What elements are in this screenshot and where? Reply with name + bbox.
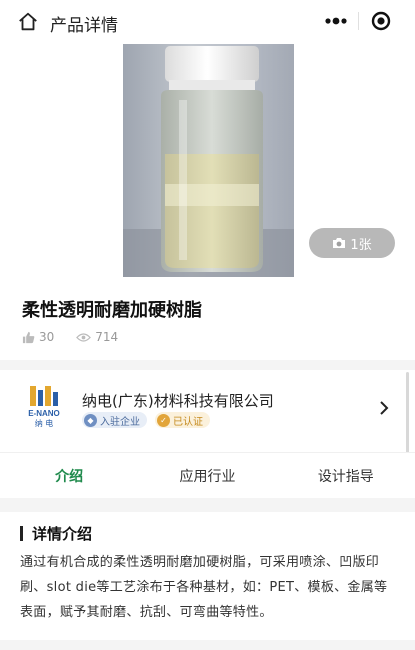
photo-count-badge[interactable]: 1张 <box>309 228 395 258</box>
details-section: 详情介绍 通过有机合成的柔性透明耐磨加硬树脂，可采用喷涂、凹版印刷、slot d… <box>0 512 415 650</box>
resin-jar-image <box>123 46 294 277</box>
tab-industries[interactable]: 应用行业 <box>138 453 276 498</box>
home-button[interactable] <box>14 9 42 35</box>
company-card[interactable]: E-NANO 纳 电 纳电(广东)材料科技有限公司 ◆ 入驻企业 ✓ 已认证 <box>0 370 415 448</box>
more-icon <box>324 17 347 25</box>
product-gallery[interactable]: 1张 <box>0 44 415 278</box>
home-icon <box>19 12 37 31</box>
miniprogram-capsule <box>313 5 403 37</box>
e-nano-logo: E-NANO 纳 电 <box>28 386 60 428</box>
company-logo: E-NANO 纳 电 <box>20 384 68 428</box>
product-stats: 30 714 <box>22 328 140 346</box>
company-name[interactable]: 纳电(广东)材料科技有限公司 <box>82 390 274 411</box>
product-tabs: 介绍 应用行业 设计指导 <box>0 452 415 498</box>
eye-icon <box>76 332 92 342</box>
svg-text:纳 电: 纳 电 <box>35 418 54 428</box>
views-stat: 714 <box>76 330 118 344</box>
enterprise-badge-label: 入驻企业 <box>100 416 140 428</box>
section-divider <box>0 360 415 370</box>
svg-text:E-NANO: E-NANO <box>28 409 60 418</box>
thumbs-up-icon <box>22 331 35 343</box>
likes-count: 30 <box>39 330 55 344</box>
chevron-right-icon[interactable] <box>379 400 389 416</box>
top-nav-bar: 产品详情 <box>0 0 415 44</box>
views-count: 714 <box>95 330 119 344</box>
certified-badge: ✓ 已认证 <box>155 412 210 428</box>
bottom-divider <box>0 640 415 650</box>
photo-count-text: 1张 <box>350 237 372 253</box>
certified-badge-label: 已认证 <box>173 416 203 428</box>
target-icon <box>371 11 391 31</box>
tab-design-guide[interactable]: 设计指导 <box>277 453 415 498</box>
likes-stat[interactable]: 30 <box>22 330 54 344</box>
company-badges: ◆ 入驻企业 ✓ 已认证 <box>82 412 210 428</box>
tab-intro[interactable]: 介绍 <box>0 453 138 498</box>
more-button[interactable] <box>313 5 358 37</box>
details-text: 通过有机合成的柔性透明耐磨加硬树脂，可采用喷涂、凹版印刷、slot die等工艺… <box>20 555 388 620</box>
product-photo[interactable] <box>123 44 294 277</box>
camera-icon <box>333 238 346 248</box>
product-title: 柔性透明耐磨加硬树脂 <box>22 300 202 321</box>
section-divider <box>0 498 415 512</box>
verified-icon: ✓ <box>157 413 170 427</box>
enterprise-badge: ◆ 入驻企业 <box>82 412 147 428</box>
details-heading: 详情介绍 <box>32 525 93 543</box>
enterprise-badge-icon: ◆ <box>84 413 97 427</box>
close-miniprogram-button[interactable] <box>359 5 403 37</box>
heading-bar <box>20 526 23 541</box>
details-header: 详情介绍 <box>20 523 92 544</box>
page-title: 产品详情 <box>50 16 118 36</box>
